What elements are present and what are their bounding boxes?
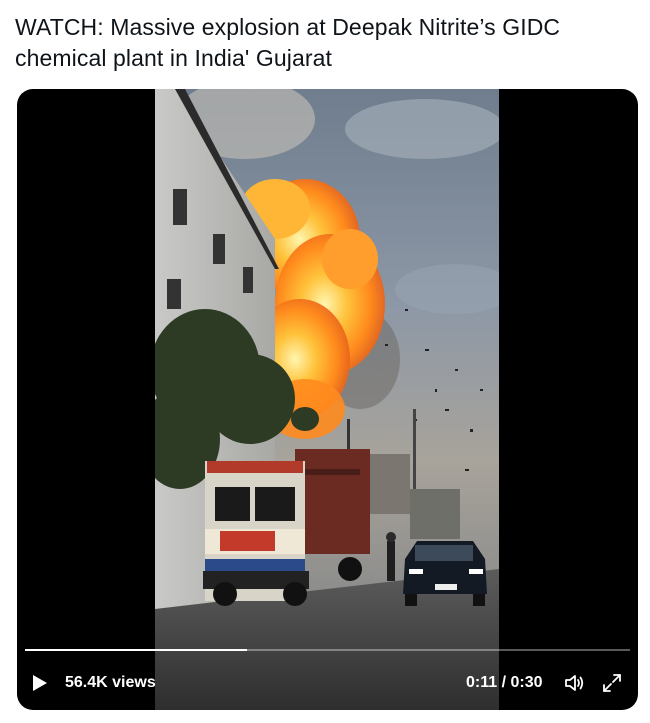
fullscreen-icon [603,674,621,692]
play-icon [33,675,47,691]
current-time: 0:11 [466,674,498,691]
video-controls: 56.4K views 0:11 / 0:30 [17,665,638,701]
time-separator: / [497,674,511,691]
fullscreen-button[interactable] [600,671,624,695]
volume-icon [565,675,584,691]
progress-bar[interactable] [25,649,630,651]
view-count: 56.4K views [65,674,156,691]
video-frame[interactable] [155,89,499,710]
duration: 0:30 [510,674,543,691]
time-display: 0:11 / 0:30 [466,674,543,692]
play-button[interactable] [31,674,49,692]
progress-fill [25,649,248,651]
volume-button[interactable] [562,671,586,695]
video-player[interactable]: 56.4K views 0:11 / 0:30 [17,89,638,710]
tweet-text: WATCH: Massive explosion at Deepak Nitri… [15,14,561,71]
